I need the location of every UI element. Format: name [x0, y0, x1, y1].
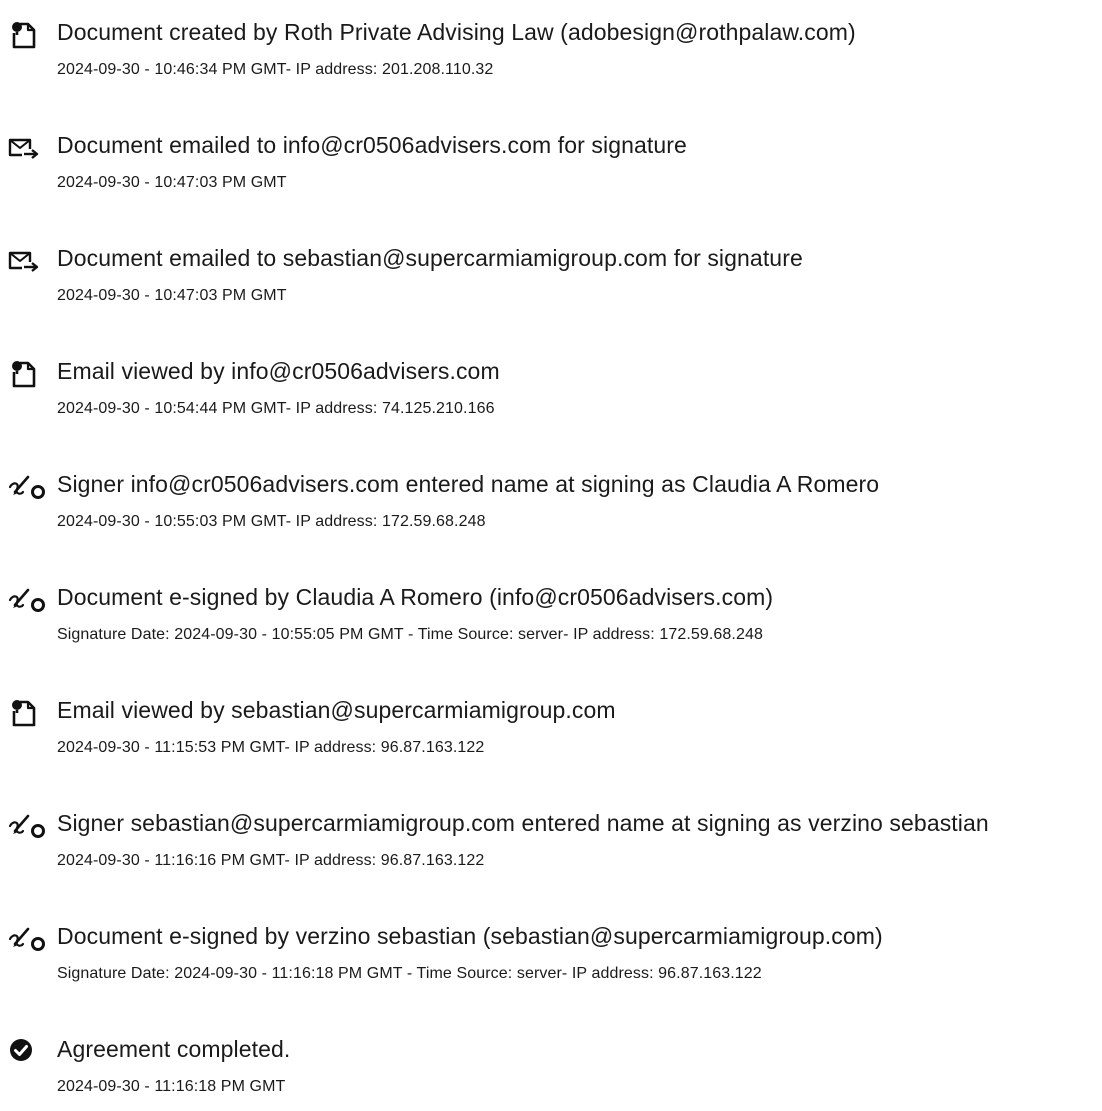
document-viewed-icon: [8, 359, 50, 389]
event-entry: Email viewed by info@cr0506advisers.com …: [0, 353, 1102, 433]
document-viewed-icon: [8, 20, 50, 50]
event-entry: Document emailed to sebastian@supercarmi…: [0, 240, 1102, 320]
event-timestamp: 2024-09-30 - 11:16:18 PM GMT: [57, 1078, 286, 1095]
event-title: Document emailed to info@cr0506advisers.…: [57, 132, 687, 158]
event-entry: Signer info@cr0506advisers.com entered n…: [0, 466, 1102, 546]
email-sent-icon: [8, 133, 50, 163]
event-timestamp: 2024-09-30 - 10:54:44 PM GMT- IP address…: [57, 400, 495, 417]
audit-history-log: Document created by Roth Private Advisin…: [0, 0, 1102, 1095]
checkmark-circle-icon: [8, 1037, 50, 1067]
email-sent-icon: [8, 246, 50, 276]
event-timestamp: 2024-09-30 - 10:47:03 PM GMT: [57, 287, 287, 304]
event-title: Agreement completed.: [57, 1036, 291, 1062]
event-title: Email viewed by info@cr0506advisers.com: [57, 358, 500, 384]
event-title: Email viewed by sebastian@supercarmiamig…: [57, 697, 616, 723]
event-entry: Agreement completed. 2024-09-30 - 11:16:…: [0, 1031, 1102, 1111]
event-timestamp: 2024-09-30 - 10:55:03 PM GMT- IP address…: [57, 513, 486, 530]
event-timestamp: 2024-09-30 - 11:16:16 PM GMT- IP address…: [57, 852, 485, 869]
event-title: Signer info@cr0506advisers.com entered n…: [57, 471, 880, 497]
event-timestamp: Signature Date: 2024-09-30 - 10:55:05 PM…: [57, 626, 763, 643]
event-timestamp: 2024-09-30 - 10:46:34 PM GMT- IP address…: [57, 61, 494, 78]
event-entry: Document emailed to info@cr0506advisers.…: [0, 127, 1102, 207]
event-entry: Document e-signed by verzino sebastian (…: [0, 918, 1102, 998]
signature-pen-icon: [8, 924, 50, 954]
event-timestamp: 2024-09-30 - 11:15:53 PM GMT- IP address…: [57, 739, 485, 756]
event-title: Document e-signed by Claudia A Romero (i…: [57, 584, 774, 610]
event-entry: Document e-signed by Claudia A Romero (i…: [0, 579, 1102, 659]
event-timestamp: Signature Date: 2024-09-30 - 11:16:18 PM…: [57, 965, 762, 982]
event-title: Document created by Roth Private Advisin…: [57, 19, 856, 45]
event-title: Signer sebastian@supercarmiamigroup.com …: [57, 810, 989, 836]
signature-pen-icon: [8, 472, 50, 502]
signature-pen-icon: [8, 585, 50, 615]
document-viewed-icon: [8, 698, 50, 728]
event-title: Document emailed to sebastian@supercarmi…: [57, 245, 803, 271]
event-timestamp: 2024-09-30 - 10:47:03 PM GMT: [57, 174, 287, 191]
signature-pen-icon: [8, 811, 50, 841]
event-entry: Document created by Roth Private Advisin…: [0, 14, 1102, 94]
event-title: Document e-signed by verzino sebastian (…: [57, 923, 883, 949]
event-entry: Email viewed by sebastian@supercarmiamig…: [0, 692, 1102, 772]
event-entry: Signer sebastian@supercarmiamigroup.com …: [0, 805, 1102, 885]
